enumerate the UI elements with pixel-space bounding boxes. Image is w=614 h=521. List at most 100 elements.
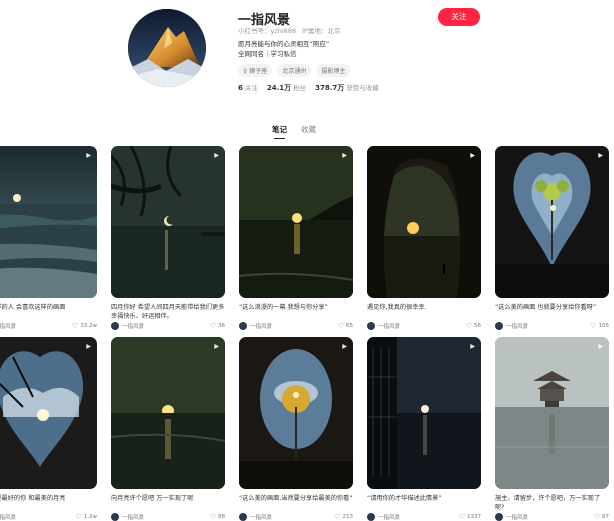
- author-avatar[interactable]: [111, 513, 119, 521]
- note-card[interactable]: ▶ “这么美的画面 也就要分享给你看呀” 一指风景 ♡ 105: [495, 146, 609, 330]
- note-card[interactable]: ▶ “这么美的画面,当然要分享给最美的你看” 一指风景 ♡ 213: [239, 337, 353, 521]
- author-name[interactable]: 一指风景: [122, 513, 144, 521]
- author-avatar[interactable]: [495, 322, 503, 330]
- cave-moon-image: [367, 146, 481, 298]
- note-cover[interactable]: ▶: [111, 146, 225, 298]
- author-name[interactable]: 一指风景: [506, 322, 528, 330]
- video-play-icon: ▶: [470, 152, 475, 159]
- note-title[interactable]: “这么美的画面,当然要分享给最美的你看”: [239, 494, 353, 513]
- note-title[interactable]: 什么样的人 会喜欢这样的画面: [0, 303, 97, 322]
- author-name[interactable]: 一指风景: [378, 322, 400, 330]
- note-card[interactable]: ▶ 四月你好 希望人间四月天能带给我们更多幸福快乐、好运相伴。 一指风景 ♡ 36: [111, 146, 225, 330]
- tab-notes[interactable]: 笔记: [272, 124, 287, 139]
- mountain-sunset-image: [128, 9, 206, 87]
- note-cover[interactable]: ▶: [111, 337, 225, 489]
- like-count: 65: [346, 323, 353, 329]
- video-play-icon: ▶: [598, 152, 603, 159]
- like-button[interactable]: ♡ 213: [334, 513, 353, 521]
- heart-icon: ♡: [75, 513, 82, 521]
- tag-location: 北京通州: [277, 64, 312, 77]
- note-title[interactable]: “这么美的画面 也就要分享给你看呀”: [495, 303, 609, 322]
- note-cover[interactable]: ▶: [367, 146, 481, 298]
- author-avatar[interactable]: [111, 322, 119, 330]
- heart-icon: ♡: [337, 322, 344, 330]
- note-title[interactable]: 只想要最好的你 和最美的月亮: [0, 494, 97, 513]
- note-card[interactable]: ▶ 施主，请留步，许个愿吧，万一实现了呢? 一指风景 ♡ 97: [495, 337, 609, 521]
- author-avatar[interactable]: [367, 513, 375, 521]
- like-button[interactable]: ♡ 36: [210, 322, 225, 330]
- like-button[interactable]: ♡ 56: [466, 322, 481, 330]
- note-cover[interactable]: ▶: [239, 337, 353, 489]
- author-name[interactable]: 一指风景: [0, 322, 16, 330]
- heart-frame-moon-image: [0, 337, 97, 489]
- like-count: 88: [218, 514, 225, 520]
- author-name[interactable]: 一指风景: [506, 513, 528, 521]
- follow-button[interactable]: 关注: [438, 8, 480, 26]
- heart-icon: ♡: [209, 322, 216, 330]
- like-count: 97: [602, 514, 609, 520]
- video-play-icon: ▶: [86, 343, 91, 350]
- note-card[interactable]: ▶ “这么浪漫的一幕 我想与你分享” 一指风景 ♡ 65: [239, 146, 353, 330]
- like-count: 105: [598, 323, 610, 329]
- profile-stats: 6 关注 24.1万 粉丝 378.7万 获赞与收藏: [238, 82, 379, 93]
- author-avatar[interactable]: [239, 322, 247, 330]
- author-name[interactable]: 一指风景: [378, 513, 400, 521]
- stat-followers[interactable]: 24.1万 粉丝: [267, 82, 306, 93]
- note-cover[interactable]: ▶: [0, 337, 97, 489]
- note-card[interactable]: ▶ 遇见你,我真的很幸幸. 一指风景 ♡ 56: [367, 146, 481, 330]
- like-count: 213: [342, 514, 354, 520]
- author-name[interactable]: 一指风景: [0, 513, 16, 521]
- video-play-icon: ▶: [86, 152, 91, 159]
- like-button[interactable]: ♡ 65: [338, 322, 353, 330]
- note-title[interactable]: 向月亮许个愿吧 万一实现了呢: [111, 494, 225, 513]
- author-name[interactable]: 一指风景: [250, 513, 272, 521]
- moonrise-sea-image: [239, 146, 353, 298]
- stat-likes-collects[interactable]: 378.7万 获赞与收藏: [315, 82, 379, 93]
- moon-horizon-sea-image: [111, 337, 225, 489]
- rainy-pavilion-image: [495, 337, 609, 489]
- moon-over-sea-image: [0, 146, 97, 298]
- like-button[interactable]: ♡ 97: [594, 513, 609, 521]
- author-name[interactable]: 一指风景: [250, 322, 272, 330]
- note-title[interactable]: 遇见你,我真的很幸幸.: [367, 303, 481, 322]
- like-button[interactable]: ♡ 105: [590, 322, 609, 330]
- tab-collections[interactable]: 收藏: [301, 124, 316, 135]
- tag-zodiac: ♀ 狮子座: [238, 64, 273, 77]
- video-play-icon: ▶: [342, 343, 347, 350]
- video-play-icon: ▶: [470, 343, 475, 350]
- heart-icon: ♡: [334, 513, 341, 521]
- video-play-icon: ▶: [214, 343, 219, 350]
- like-button[interactable]: ♡ 1337: [459, 513, 481, 521]
- like-button[interactable]: ♡ 33.2w: [72, 322, 97, 330]
- stat-following[interactable]: 6 关注: [238, 82, 258, 93]
- note-card[interactable]: ▶ 向月亮许个愿吧 万一实现了呢 一指风景 ♡ 88: [111, 337, 225, 521]
- note-cover[interactable]: ▶: [239, 146, 353, 298]
- note-cover[interactable]: ▶: [495, 146, 609, 298]
- note-card[interactable]: ▶ 什么样的人 会喜欢这样的画面 一指风景 ♡33.2w: [0, 146, 97, 330]
- profile-avatar[interactable]: [128, 9, 206, 87]
- video-play-icon: ▶: [342, 152, 347, 159]
- like-count: 33.2w: [80, 323, 97, 329]
- account-id: 小红书号：yzhi888: [238, 27, 297, 35]
- like-count: 1.2w: [83, 514, 97, 520]
- profile-tags: ♀ 狮子座 北京通州 摄影博主: [238, 64, 351, 77]
- note-cover[interactable]: ▶: [0, 146, 97, 298]
- like-button[interactable]: ♡ 1.2w: [75, 513, 97, 521]
- profile-meta: 小红书号：yzhi888 IP属地：北京: [238, 25, 340, 35]
- author-avatar[interactable]: [495, 513, 503, 521]
- note-title[interactable]: “请用你的才华描述此情景”: [367, 494, 481, 513]
- note-card[interactable]: ▶ “请用你的才华描述此情景” 一指风景 ♡ 1337: [367, 337, 481, 521]
- note-title[interactable]: 施主，请留步，许个愿吧，万一实现了呢?: [495, 494, 609, 513]
- cave-golden-tree-image: [239, 337, 353, 489]
- profile-bio-line-2: 全网同名｜学习私信: [238, 50, 297, 58]
- note-card[interactable]: ▶ 只想要最好的你 和最美的月亮 一指风景 ♡1.2w: [0, 337, 97, 521]
- note-title[interactable]: 四月你好 希望人间四月天能带给我们更多幸福快乐、好运相伴。: [111, 303, 225, 322]
- author-avatar[interactable]: [239, 513, 247, 521]
- note-cover[interactable]: ▶: [367, 337, 481, 489]
- author-avatar[interactable]: [367, 322, 375, 330]
- author-name[interactable]: 一指风景: [122, 322, 144, 330]
- profile-bio-line-1: 愿月亮能与你的心灵相互“照应”: [238, 40, 330, 48]
- note-title[interactable]: “这么浪漫的一幕 我想与你分享”: [239, 303, 353, 322]
- note-cover[interactable]: ▶: [495, 337, 609, 489]
- like-button[interactable]: ♡ 88: [210, 513, 225, 521]
